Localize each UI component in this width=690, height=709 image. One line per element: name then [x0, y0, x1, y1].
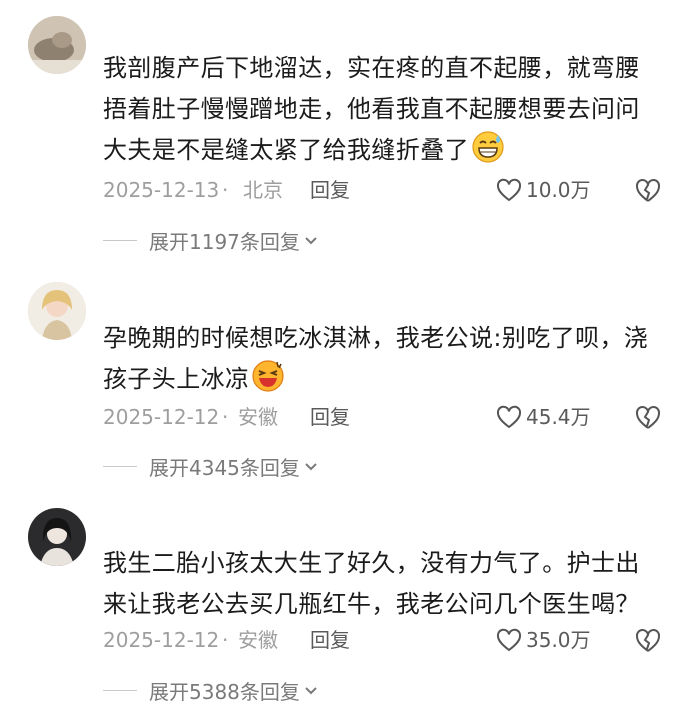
heart-icon: [496, 178, 522, 202]
chevron-down-icon: [305, 687, 317, 695]
comment-date: 2025-12-12: [103, 405, 220, 429]
comment-text: 我生二胎小孩太大生了好久，没有力气了。护士出来让我老公去买几瓶红牛，我老公问几个…: [103, 549, 640, 618]
broken-heart-icon[interactable]: [633, 402, 663, 432]
comment-date: 2025-12-12: [103, 628, 220, 652]
comment-location: 安徽: [238, 405, 278, 429]
comment-date: 2025-12-13: [103, 178, 220, 202]
heart-icon: [496, 405, 522, 429]
separator-dot: ·: [222, 405, 229, 429]
like-count: 45.4万: [526, 405, 591, 429]
grinning-sweat-emoji-icon: [472, 131, 504, 163]
comment-text: 我剖腹产后下地溜达，实在疼的直不起腰，就弯腰捂着肚子慢慢蹭地走，他看我直不起腰想…: [103, 54, 640, 164]
chevron-down-icon: [305, 237, 317, 245]
divider-line: [103, 465, 137, 467]
expand-replies-button[interactable]: 展开4345条回复: [103, 451, 319, 481]
expand-replies-label: 展开4345条回复: [149, 455, 300, 480]
separator-dot: ·: [222, 628, 229, 652]
comment-location: 安徽: [238, 628, 278, 652]
comment-text: 孕晚期的时候想吃冰淇淋，我老公说:别吃了呗，浇孩子头上冰凉: [103, 324, 649, 393]
reply-button[interactable]: 回复: [310, 623, 350, 657]
avatar[interactable]: [28, 16, 86, 74]
broken-heart-icon[interactable]: [633, 175, 663, 205]
broken-heart-icon[interactable]: [633, 625, 663, 655]
reply-button[interactable]: 回复: [310, 400, 350, 434]
like-count: 10.0万: [526, 178, 591, 202]
avatar[interactable]: [28, 508, 86, 566]
expand-replies-label: 展开1197条回复: [149, 229, 300, 254]
separator-dot: ·: [222, 178, 229, 202]
expand-replies-button[interactable]: 展开5388条回复: [103, 675, 319, 705]
comment-meta: 2025-12-12 · 安徽 回复 45.4万: [103, 400, 663, 434]
expand-replies-label: 展开5388条回复: [149, 679, 300, 704]
like-button[interactable]: 45.4万: [495, 400, 591, 434]
divider-line: [103, 689, 137, 691]
reply-button[interactable]: 回复: [310, 173, 350, 207]
chevron-down-icon: [305, 463, 317, 471]
expand-replies-button[interactable]: 展开1197条回复: [103, 225, 319, 255]
comment-location: 北京: [243, 178, 283, 202]
divider-line: [103, 239, 137, 241]
laughing-sweat-emoji-icon: [252, 360, 285, 392]
comment-meta: 2025-12-13 · 北京 回复 10.0万: [103, 173, 663, 207]
like-button[interactable]: 35.0万: [495, 623, 591, 657]
like-count: 35.0万: [526, 628, 591, 652]
avatar[interactable]: [28, 282, 86, 340]
heart-icon: [496, 628, 522, 652]
comment-meta: 2025-12-12 · 安徽 回复 35.0万: [103, 623, 663, 657]
like-button[interactable]: 10.0万: [495, 173, 591, 207]
